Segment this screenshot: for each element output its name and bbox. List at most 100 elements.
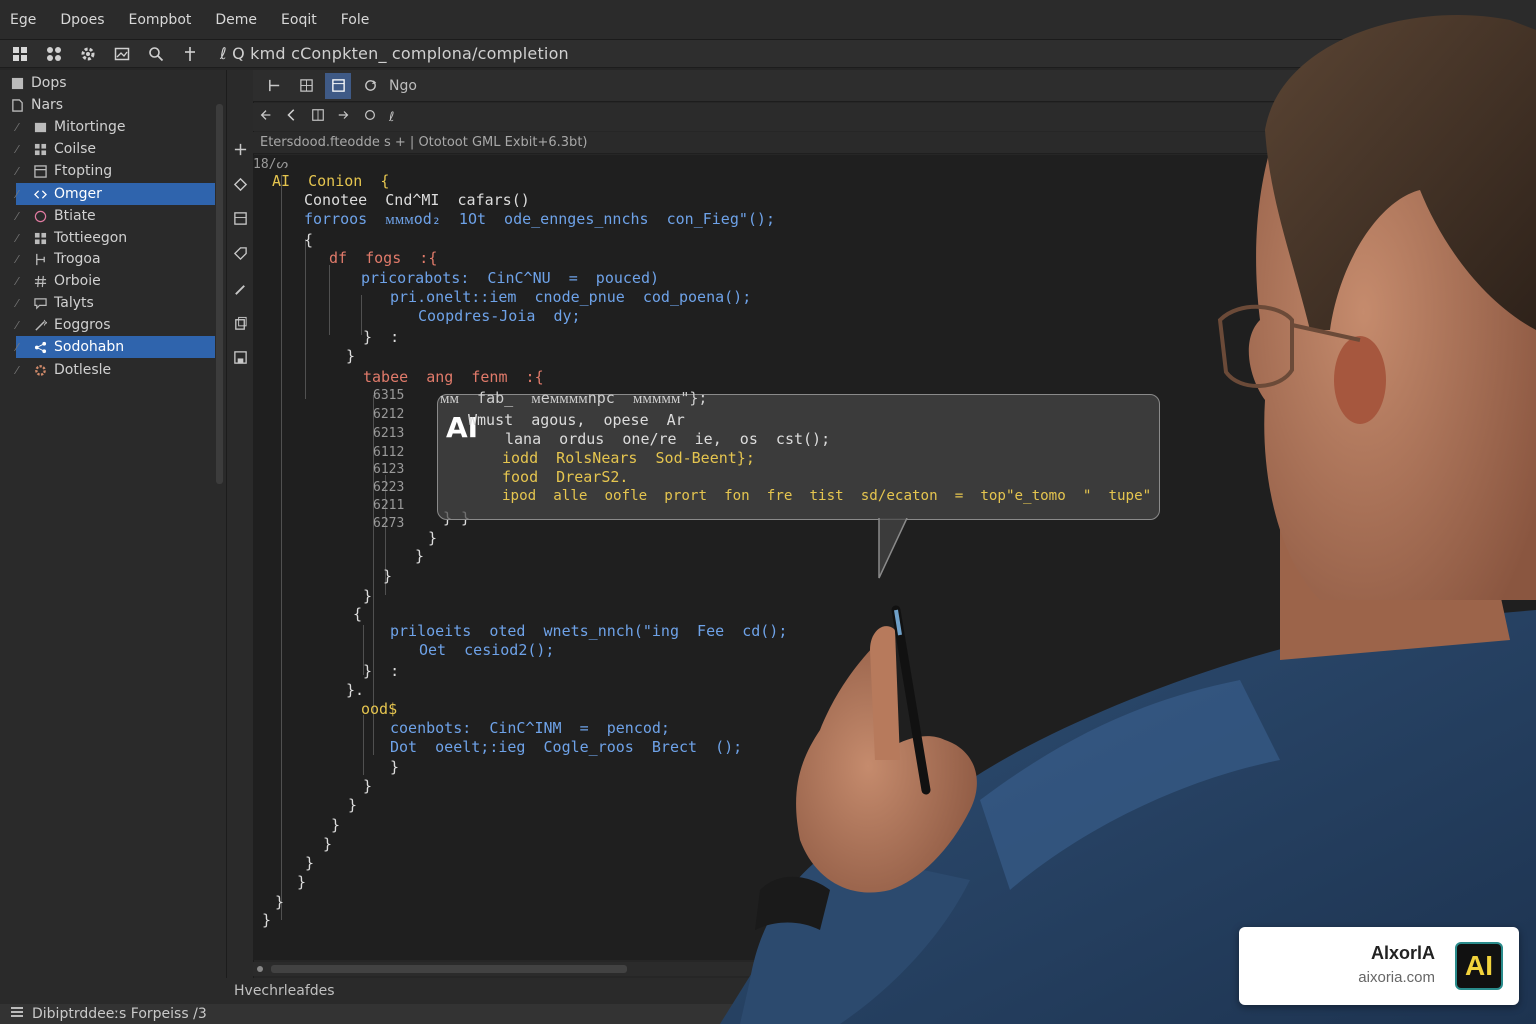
extensions-icon[interactable] xyxy=(44,44,64,64)
line-number: 6112 xyxy=(373,445,405,460)
menu-item-2[interactable]: Eompbot xyxy=(129,12,192,28)
tag-icon[interactable] xyxy=(231,244,249,262)
scrollbar-thumb[interactable] xyxy=(271,965,627,973)
line-number: 6211 xyxy=(373,498,405,513)
grid-icon[interactable] xyxy=(293,73,319,99)
sidebar-item-label: Orboie xyxy=(54,273,101,289)
menu-bar: Ege Dpoes Eompbot Deme Eoqit Fole xyxy=(0,0,1536,40)
ai-completion-popup[interactable]: ᴍᴍ fab_ ᴍeᴍᴍᴍᴍnpc ᴍᴍᴍᴍᴍ"}; AI Wmust agou… xyxy=(437,389,1160,520)
editor-toolbar: Ngo xyxy=(253,70,1536,102)
sidebar-item-label: Tottieegon xyxy=(54,230,128,246)
line-number: 6315 xyxy=(373,388,405,403)
circle-icon xyxy=(33,209,47,223)
sidebar-item-label: Btiate xyxy=(54,208,96,224)
pin-icon[interactable] xyxy=(180,44,200,64)
sidebar-scrollbar[interactable] xyxy=(216,104,223,484)
code-line: } : xyxy=(363,662,400,680)
image-icon[interactable] xyxy=(112,44,132,64)
brand-url: aixoria.com xyxy=(1358,969,1435,986)
code-line: Coopdres-Joia dy; xyxy=(418,307,581,325)
brush-icon[interactable] xyxy=(231,280,249,298)
sidebar-item-4[interactable]: ⁄ Ftopting xyxy=(16,160,215,182)
sidebar-item-3[interactable]: ⁄ Coilse xyxy=(16,138,215,160)
sidebar-item-label: Talyts xyxy=(54,295,94,311)
chevron-icon[interactable]: ⁄ xyxy=(16,188,26,201)
sidebar-item-label: Omger xyxy=(54,186,102,202)
code-line: Oet cesiod2(); xyxy=(419,641,555,659)
menu-item-3[interactable]: Deme xyxy=(215,12,257,28)
gear-icon xyxy=(33,363,47,377)
status-text[interactable]: Dibiptrddeeːs Forpeiss /3 xyxy=(32,1006,207,1022)
sync-icon[interactable] xyxy=(357,73,383,99)
popup-line: lana ordus one/re ie, os cst(); xyxy=(505,430,831,448)
split-icon[interactable] xyxy=(259,108,273,126)
code-line: Conotee Cnd^MI cafars() xyxy=(304,191,530,209)
popup-line: Wmust agous, opese Ar xyxy=(468,411,685,429)
sidebar-item-1[interactable]: Nars xyxy=(10,94,210,116)
chevron-icon[interactable]: ⁄ xyxy=(16,297,26,310)
code-line: { xyxy=(304,231,314,249)
layout-icon[interactable] xyxy=(231,209,249,227)
sidebar-item-label: Trogoa xyxy=(54,251,101,267)
sidebar-item-label: Ftopting xyxy=(54,163,113,179)
chevron-icon[interactable]: ⁄ xyxy=(16,121,26,134)
chevron-icon[interactable]: ⁄ xyxy=(16,341,26,354)
sidebar-item-10[interactable]: ⁄ Talyts xyxy=(16,292,215,314)
chat-icon xyxy=(33,296,47,310)
sidebar-item-9[interactable]: ⁄ Orboie xyxy=(16,270,215,292)
page-icon xyxy=(10,98,24,112)
menu-item-0[interactable]: Ege xyxy=(10,12,36,28)
code-line: coenbots: CinC^INM = pencod; xyxy=(390,719,670,737)
menu-item-4[interactable]: Eoqit xyxy=(281,12,317,28)
plus-icon[interactable] xyxy=(231,140,249,158)
code-line: df fogs :{ xyxy=(329,249,438,267)
sidebar-item-5[interactable]: ⁄ Omger xyxy=(16,183,215,205)
search-icon[interactable] xyxy=(146,44,166,64)
menu-item-5[interactable]: Fole xyxy=(341,12,370,28)
chevron-icon[interactable]: ⁄ xyxy=(16,364,26,377)
sidebar-item-7[interactable]: ⁄ Tottieegon xyxy=(16,227,215,249)
popup-header-line: ᴍᴍ fab_ ᴍeᴍᴍᴍᴍnpc ᴍᴍᴍᴍᴍ"}; xyxy=(440,389,708,407)
popup-line: food DrearS2. xyxy=(502,468,629,486)
copy-icon[interactable] xyxy=(231,314,249,332)
apps-icon[interactable] xyxy=(10,44,30,64)
popup-line: ipod alle oofle prort fon fre tist sd/ec… xyxy=(502,488,1152,504)
brand-badge: AlxorlA aixoria.com AI xyxy=(1239,927,1519,1005)
chevron-icon[interactable]: ⁄ xyxy=(16,275,26,288)
sidebar-item-11[interactable]: ⁄ Eoggros xyxy=(16,314,215,336)
sidebar-item-0[interactable]: Dops xyxy=(10,72,210,94)
chevron-icon[interactable]: ⁄ xyxy=(16,143,26,156)
back-icon[interactable] xyxy=(285,108,299,126)
gear-icon[interactable] xyxy=(78,44,98,64)
sidebar-item-13[interactable]: ⁄ Dotlesle xyxy=(16,359,215,381)
navigation-bar: ℓ xyxy=(253,103,1536,131)
sidebar-item-12[interactable]: ⁄ Sodohabn xyxy=(16,336,215,358)
diamond-icon[interactable] xyxy=(231,175,249,193)
sidebar-item-label: Nars xyxy=(31,97,64,113)
layout-icon[interactable] xyxy=(325,72,351,99)
popup-line: iodd RolsNears Sod-Beent}; xyxy=(502,449,755,467)
sidebar-item-8[interactable]: ⁄ Trogoa xyxy=(16,248,215,270)
chevron-icon[interactable]: ⁄ xyxy=(16,210,26,223)
chevron-icon[interactable]: ⁄ xyxy=(16,165,26,178)
editor-tab-label[interactable]: Ngo xyxy=(389,78,417,94)
file-path[interactable]: ℓ Q kmd cConpkten_ complona/completion xyxy=(220,44,569,63)
branch-icon xyxy=(33,252,47,266)
toolbar: ℓ Q kmd cConpkten_ complona/completion xyxy=(0,40,1536,68)
split-icon[interactable] xyxy=(261,73,287,99)
code-line: } : xyxy=(363,328,400,346)
code-line: }. xyxy=(346,681,365,699)
forward-icon[interactable] xyxy=(337,108,351,126)
sidebar-item-2[interactable]: ⁄ Mitortinge xyxy=(16,116,215,138)
chevron-icon[interactable]: ⁄ xyxy=(16,253,26,266)
chevron-icon[interactable]: ⁄ xyxy=(16,232,26,245)
breadcrumb[interactable]: Etersdood.fteodde s + | Ototoot GML Exbi… xyxy=(253,132,1536,154)
chevron-icon[interactable]: ⁄ xyxy=(16,319,26,332)
refresh-icon[interactable] xyxy=(363,108,377,126)
menu-item-1[interactable]: Dpoes xyxy=(60,12,104,28)
save-icon[interactable] xyxy=(231,348,249,366)
grid-icon[interactable] xyxy=(311,108,325,126)
sidebar-item-label: Eoggros xyxy=(54,317,111,333)
line-number: 6223 xyxy=(373,480,405,495)
sidebar-item-6[interactable]: ⁄ Btiate xyxy=(16,205,215,227)
